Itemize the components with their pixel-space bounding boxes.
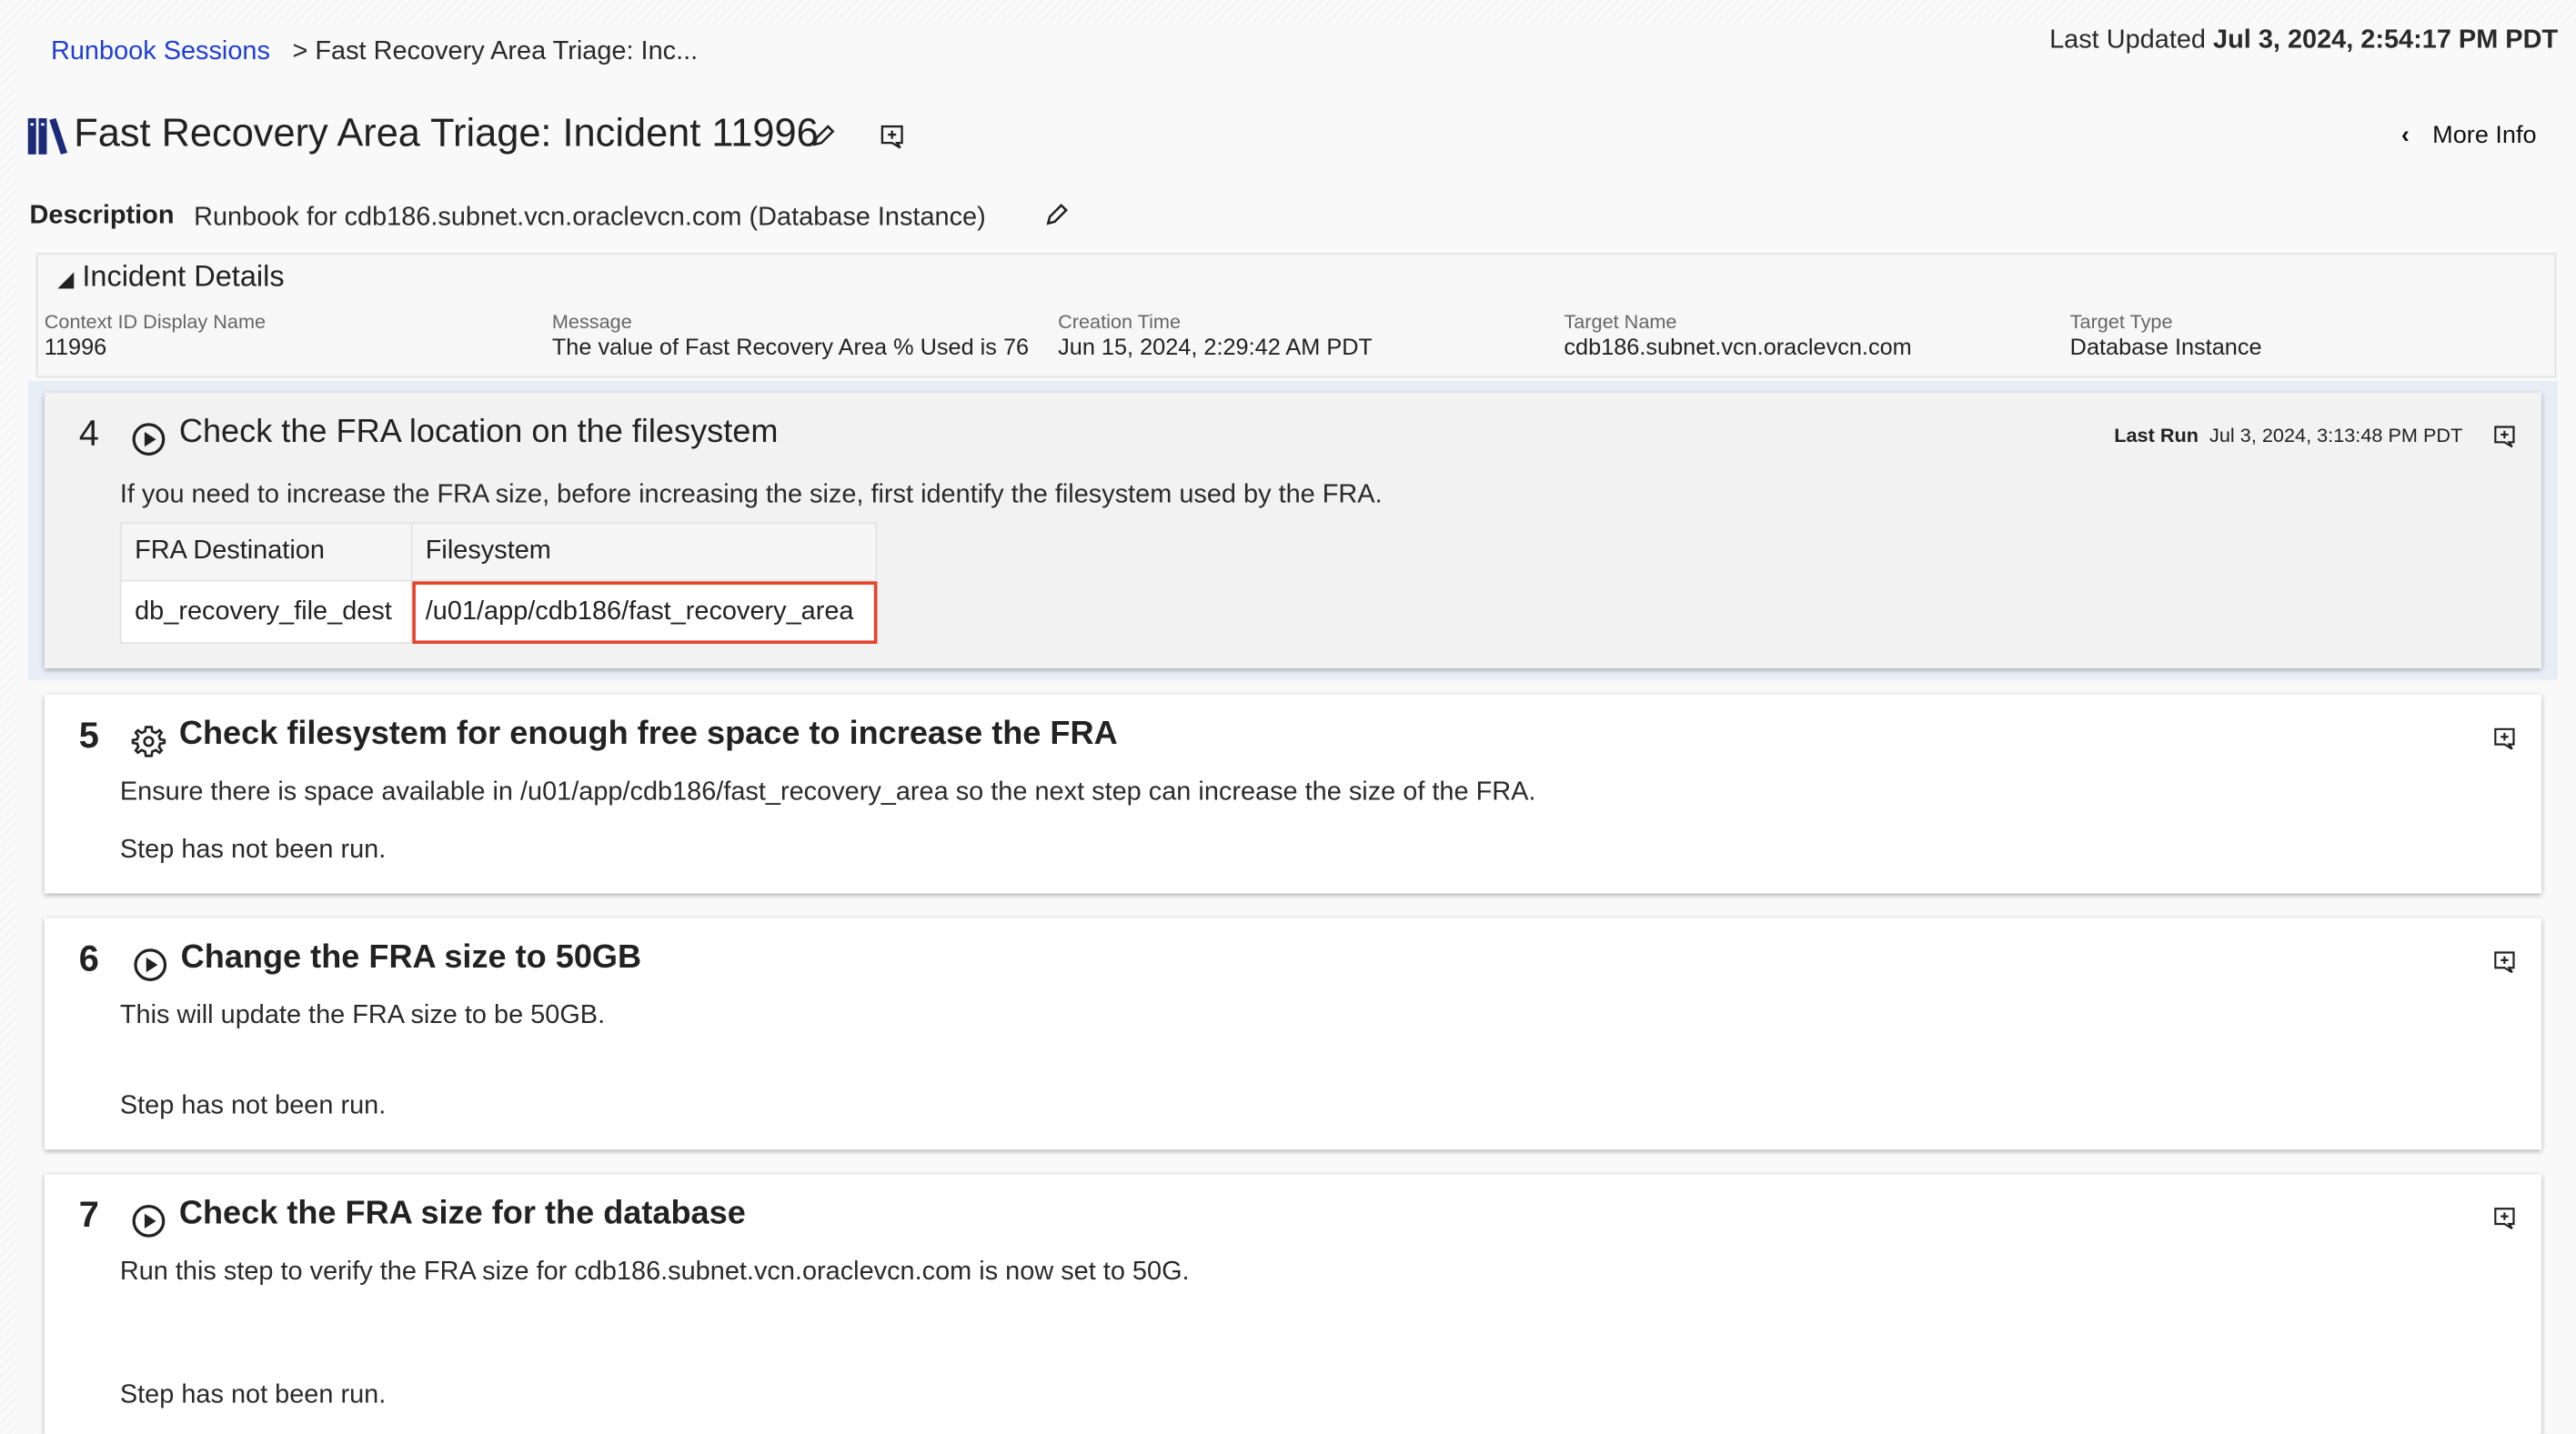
- left-strip: [0, 0, 17, 1434]
- breadcrumb-runbook-sessions[interactable]: Runbook Sessions: [51, 38, 270, 68]
- step-title: Check filesystem for enough free space t…: [178, 716, 1118, 753]
- table-header-row: FRA Destination Filesystem: [119, 522, 878, 582]
- top-strip: [0, 0, 2576, 24]
- play-circle-icon[interactable]: [131, 1204, 166, 1238]
- highlighted-filesystem-cell: /u01/app/cdb186/fast_recovery_area: [410, 579, 878, 644]
- step-status: Step has not been run.: [119, 1092, 387, 1120]
- gear-icon[interactable]: [131, 724, 166, 758]
- description-label: Description: [29, 202, 175, 230]
- page-title: Fast Recovery Area Triage: Incident 1199…: [74, 111, 819, 156]
- step-description: If you need to increase the FRA size, be…: [119, 481, 1383, 509]
- field-value: cdb186.subnet.vcn.oraclevcn.com: [1564, 333, 1912, 360]
- edit-title-pencil-icon[interactable]: [810, 123, 836, 149]
- collapse-triangle-icon: ◢: [57, 266, 75, 291]
- add-comment-icon[interactable]: [2494, 426, 2515, 448]
- step-description: Run this step to verify the FRA size for…: [119, 1258, 1190, 1287]
- step-card-7: 7 Check the FRA size for the database Ru…: [44, 1174, 2542, 1434]
- incident-details-toggle[interactable]: ◢ Incident Details: [57, 259, 284, 294]
- step-card-5: 5 Check filesystem for enough free space…: [44, 694, 2542, 894]
- last-updated: Last Updated Jul 3, 2024, 2:54:17 PM PDT: [2049, 26, 2558, 56]
- field-label: Context ID Display Name: [44, 310, 267, 334]
- step-card-6: 6 Change the FRA size to 50GB This will …: [44, 918, 2542, 1150]
- step-number: 6: [78, 938, 99, 979]
- table-cell: db_recovery_file_dest: [119, 579, 413, 644]
- column-header: Filesystem: [410, 522, 878, 582]
- edit-description-pencil-icon[interactable]: [1043, 202, 1070, 228]
- table-row: db_recovery_file_dest /u01/app/cdb186/fa…: [119, 579, 878, 644]
- last-run-label: Last Run: [2114, 423, 2199, 447]
- step-title: Check the FRA location on the filesystem: [178, 414, 779, 450]
- play-circle-icon[interactable]: [133, 948, 167, 982]
- last-updated-label: Last Updated: [2049, 25, 2206, 55]
- step-title: Check the FRA size for the database: [178, 1195, 746, 1232]
- field-label: Target Type: [2069, 310, 2173, 334]
- play-circle-icon[interactable]: [131, 422, 166, 456]
- incident-details-heading: Incident Details: [82, 259, 285, 293]
- step-card-4: 4 Check the FRA location on the filesyst…: [44, 392, 2542, 669]
- field-label: Creation Time: [1058, 310, 1182, 334]
- description-text: Runbook for cdb186.subnet.vcn.oraclevcn.…: [194, 203, 986, 232]
- column-header: FRA Destination: [119, 522, 413, 582]
- step-number: 7: [78, 1194, 99, 1236]
- breadcrumb-current: > Fast Recovery Area Triage: Inc...: [292, 37, 699, 66]
- add-comment-icon[interactable]: [2494, 951, 2515, 974]
- chevron-left-icon: ‹: [2400, 121, 2410, 150]
- step-number: 5: [78, 714, 99, 756]
- add-comment-icon[interactable]: [880, 125, 903, 149]
- more-info-button[interactable]: ‹ More Info: [2401, 122, 2537, 150]
- last-run: Last Run Jul 3, 2024, 3:13:48 PM PDT: [2114, 424, 2462, 446]
- add-comment-icon[interactable]: [2494, 1207, 2515, 1229]
- field-value: The value of Fast Recovery Area % Used i…: [551, 333, 1030, 360]
- last-updated-value: Jul 3, 2024, 2:54:17 PM PDT: [2213, 25, 2559, 55]
- fra-table: FRA Destination Filesystem db_recovery_f…: [119, 522, 878, 644]
- incident-details-panel: ◢ Incident Details Context ID Display Na…: [35, 253, 2557, 378]
- more-info-label: More Info: [2432, 121, 2537, 150]
- step-description: This will update the FRA size to be 50GB…: [119, 1001, 606, 1030]
- step-status: Step has not been run.: [119, 836, 387, 865]
- book-icon: [27, 118, 68, 155]
- field-label: Target Name: [1564, 310, 1677, 334]
- step-status: Step has not been run.: [119, 1380, 387, 1409]
- last-run-value: Jul 3, 2024, 3:13:48 PM PDT: [2209, 423, 2463, 447]
- field-value: 11996: [44, 333, 107, 360]
- field-value: Jun 15, 2024, 2:29:42 AM PDT: [1058, 333, 1373, 360]
- field-label: Message: [551, 310, 632, 334]
- step-number: 4: [78, 412, 99, 454]
- add-comment-icon[interactable]: [2494, 727, 2515, 750]
- step-description: Ensure there is space available in /u01/…: [119, 778, 1536, 807]
- step-title: Change the FRA size to 50GB: [180, 939, 642, 976]
- field-value: Database Instance: [2069, 333, 2262, 360]
